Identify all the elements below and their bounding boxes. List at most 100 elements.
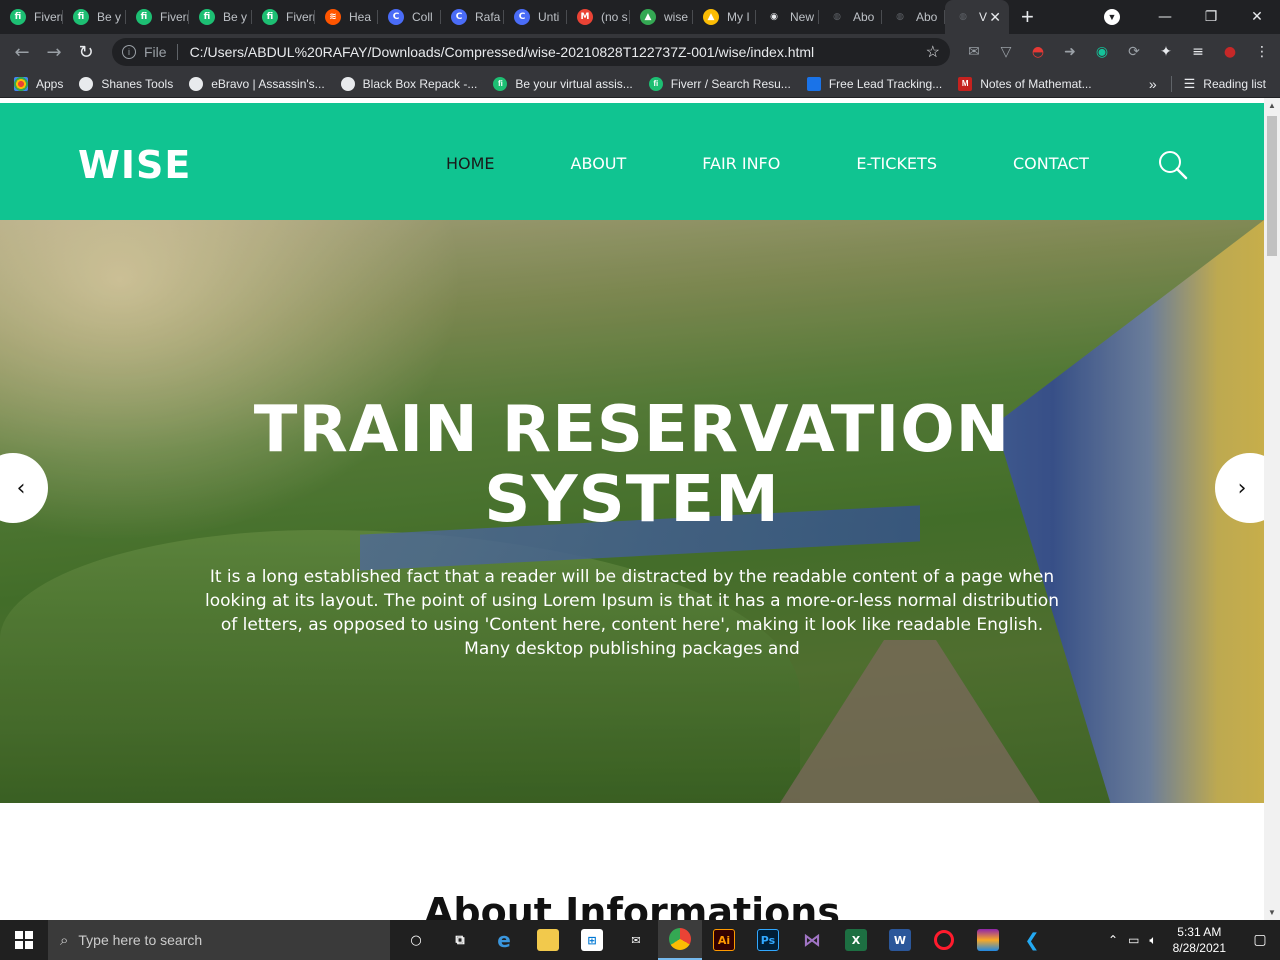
browser-tab[interactable]: fi Be y <box>189 0 252 34</box>
back-icon[interactable]: ← <box>6 42 38 63</box>
taskbar-search-box[interactable]: ⌕ Type here to search <box>48 920 390 960</box>
illustrator-icon[interactable]: Ai <box>702 920 746 960</box>
reload-icon[interactable]: ↻ <box>70 42 102 63</box>
nav-link-fair-info[interactable]: FAIR INFO <box>702 154 780 173</box>
tray-overflow-icon[interactable]: ⌃ <box>1108 933 1118 947</box>
site-logo[interactable]: WISE <box>78 143 191 187</box>
bookmark-item[interactable]: Free Lead Tracking... <box>806 76 943 91</box>
bookmark-item[interactable]: fi Be your virtual assis... <box>493 76 633 91</box>
browser-tab[interactable]: C Unti <box>504 0 567 34</box>
cortana-icon[interactable]: ○ <box>394 920 438 960</box>
nav-link-about[interactable]: ABOUT <box>571 154 627 173</box>
photoshop-icon[interactable]: Ps <box>746 920 790 960</box>
mail-icon[interactable]: ✉ <box>614 920 658 960</box>
scroll-up-icon[interactable]: ▲ <box>1268 101 1276 110</box>
browser-tab[interactable]: ◍ Abo <box>819 0 882 34</box>
taskbar-clock[interactable]: 5:31 AM 8/28/2021 <box>1173 924 1226 956</box>
media-queue-icon[interactable]: ≡ <box>1182 44 1214 60</box>
restore-icon[interactable]: ❐ <box>1188 9 1234 25</box>
word-icon[interactable]: W <box>878 920 922 960</box>
browser-tab[interactable]: ◉ New <box>756 0 819 34</box>
reading-list-button[interactable]: ☰ Reading list <box>1170 75 1266 92</box>
nav-link-home[interactable]: HOME <box>446 154 495 173</box>
bookmark-item[interactable]: fi Fiverr / Search Resu... <box>648 76 791 91</box>
browser-tab[interactable]: ▲ wise <box>630 0 693 34</box>
file-explorer-icon[interactable] <box>526 920 570 960</box>
browser-menu-icon[interactable]: ⋮ <box>1246 44 1278 60</box>
browser-tab[interactable]: fi Be y <box>63 0 126 34</box>
globe-icon <box>340 76 355 91</box>
close-window-icon[interactable]: ✕ <box>1234 9 1280 25</box>
chrome-taskbar-icon[interactable] <box>658 920 702 960</box>
browser-tab[interactable]: C Rafa <box>441 0 504 34</box>
opera-icon[interactable] <box>922 920 966 960</box>
nav-link-e-tickets[interactable]: E-TICKETS <box>856 154 937 173</box>
bookmark-item[interactable]: eBravo | Assassin's... <box>189 76 325 91</box>
arrow-extension-icon[interactable]: ➜ <box>1054 44 1086 60</box>
extensions-puzzle-icon[interactable]: ✦ <box>1150 44 1182 60</box>
task-view-icon[interactable]: ⧉ <box>438 920 482 960</box>
bookmark-item[interactable]: M Notes of Mathemat... <box>958 76 1092 91</box>
network-icon[interactable]: ▭ <box>1128 933 1139 947</box>
browser-tab[interactable]: fi Fiverr <box>0 0 63 34</box>
chrome-icon: ◉ <box>770 12 778 22</box>
browser-tab[interactable]: ▲ My I <box>693 0 756 34</box>
profile-menu-icon[interactable]: ▼ <box>1104 9 1120 25</box>
excel-icon[interactable]: X <box>834 920 878 960</box>
browser-tab-strip: fi Fiverr fi Be y fi Fiverr fi Be y fi Fiverr ≋ Hea… <box>0 0 1280 34</box>
bookmark-label: Free Lead Tracking... <box>828 76 943 91</box>
browser-tab[interactable]: M (no s <box>567 0 630 34</box>
soundcloud-icon: ≋ <box>325 9 341 25</box>
tab-list: fi Fiverr fi Be y fi Fiverr fi Be y fi Fiverr ≋ Hea… <box>0 0 1009 34</box>
winrar-icon[interactable] <box>966 920 1010 960</box>
reading-list-icon: ☰ <box>1183 75 1196 91</box>
chevron-right-icon: › <box>1237 475 1247 501</box>
forward-icon[interactable]: → <box>38 42 70 63</box>
scrollbar-thumb[interactable] <box>1267 116 1277 256</box>
page-scrollbar[interactable]: ▲ ▼ <box>1264 98 1280 920</box>
site-info-icon[interactable]: i <box>122 45 136 59</box>
taskbar-search-placeholder: Type here to search <box>78 932 203 948</box>
new-tab-icon[interactable]: + <box>1021 4 1034 30</box>
clock-time: 5:31 AM <box>1177 925 1222 939</box>
start-button[interactable] <box>0 920 48 960</box>
volume-icon[interactable]: 🔈︎ <box>1149 933 1156 948</box>
globe-icon: ◍ <box>833 12 841 22</box>
bookmark-star-icon[interactable]: ☆ <box>926 42 940 62</box>
browser-tab[interactable]: fi Fiverr <box>252 0 315 34</box>
browser-tab[interactable]: ≋ Hea <box>315 0 378 34</box>
url-text[interactable]: C:/Users/ABDUL%20RAFAY/Downloads/Compres… <box>190 44 815 60</box>
tab-title: Fiverr <box>34 10 63 24</box>
tab-close-icon[interactable]: ✕ <box>989 9 1001 26</box>
address-bar[interactable]: i File C:/Users/ABDUL%20RAFAY/Downloads/… <box>112 38 950 66</box>
main-nav: HOME ABOUT FAIR INFO E-TICKETS CONTACT <box>446 154 1165 173</box>
bookmark-item[interactable]: Black Box Repack -... <box>340 76 477 91</box>
microsoft-store-icon[interactable]: ⊞ <box>570 920 614 960</box>
bookmarks-overflow-icon[interactable]: » <box>1149 76 1157 92</box>
scroll-down-icon[interactable]: ▼ <box>1268 908 1276 917</box>
grammarly-extension-icon[interactable]: ◉ <box>1086 44 1118 60</box>
tab-title: My I <box>727 10 750 24</box>
browser-tab[interactable]: fi Fiverr <box>126 0 189 34</box>
visual-studio-icon[interactable]: ⋈ <box>790 920 834 960</box>
sync-extension-icon[interactable]: ⟳ <box>1118 44 1150 60</box>
vscode-icon[interactable]: ❮ <box>1010 920 1054 960</box>
apps-grid-icon <box>14 76 28 91</box>
bookmark-item[interactable]: Apps <box>14 76 63 91</box>
canva-icon: C <box>451 9 467 25</box>
nav-link-contact[interactable]: CONTACT <box>1013 154 1089 173</box>
tab-title: V <box>979 10 988 24</box>
browser-tab[interactable]: ◍ Abo <box>882 0 945 34</box>
pokeball-extension-icon[interactable]: ◓ <box>1022 44 1054 60</box>
bookmark-item[interactable]: Shanes Tools <box>79 76 173 91</box>
search-icon[interactable] <box>1158 150 1188 180</box>
browser-tab[interactable]: ◍ V ✕ <box>945 0 1009 34</box>
profile-avatar[interactable]: ● <box>1214 44 1246 60</box>
action-center-icon[interactable]: ▢ <box>1240 932 1280 948</box>
edge-icon[interactable]: e <box>482 920 526 960</box>
tab-title: Abo <box>853 10 875 24</box>
vpn-extension-icon[interactable]: ▽ <box>990 44 1022 60</box>
mail-extension-icon[interactable]: ✉ <box>958 44 990 60</box>
minimize-icon[interactable]: — <box>1142 9 1188 25</box>
browser-tab[interactable]: C Coll <box>378 0 441 34</box>
